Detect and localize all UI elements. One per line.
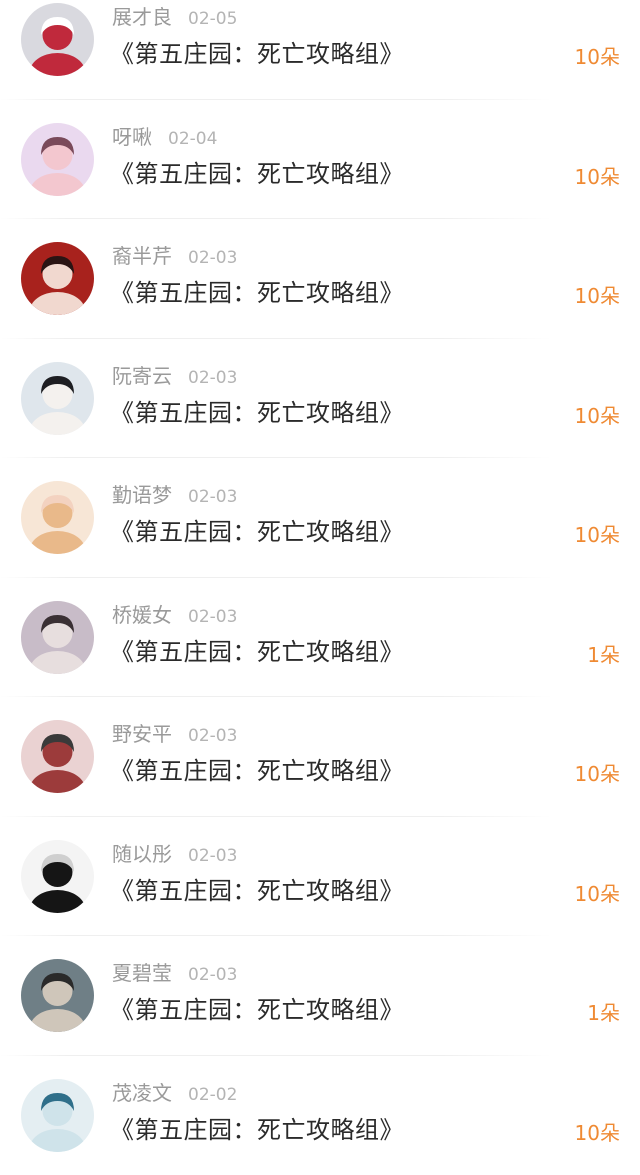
avatar-boy-grey-sweater-icon[interactable] [21, 959, 94, 1032]
work-title: 《第五庄园：死亡攻略组》 [110, 37, 404, 71]
gift-record-list: 展才良 02-05 《第五庄园：死亡攻略组》 10朵 呀啾 02-04 《第五庄园：… [0, 0, 640, 1175]
flower-count: 10朵 [575, 521, 620, 549]
gift-date: 02-04 [168, 129, 217, 149]
list-item[interactable]: 裔半芹 02-03 《第五庄园：死亡攻略组》 10朵 [0, 219, 640, 339]
avatar-girl-muted-purple-icon[interactable] [21, 601, 94, 674]
user-name-text: 勤语梦 [112, 483, 172, 507]
user-name: 茂凌文 02-02 [112, 1079, 237, 1109]
user-name-text: 随以彤 [112, 842, 172, 866]
list-item[interactable]: 阮寄云 02-03 《第五庄园：死亡攻略组》 10朵 [0, 339, 640, 459]
user-name-text: 展才良 [112, 5, 172, 29]
avatar-black-suit-figure-icon[interactable] [21, 840, 94, 913]
avatar-girl-red-background-icon[interactable] [21, 242, 94, 315]
user-name-text: 裔半芹 [112, 244, 172, 268]
user-name: 阮寄云 02-03 [112, 362, 237, 392]
flower-count: 10朵 [575, 1119, 620, 1147]
avatar-anime-girl-golden-icon-graphic [21, 481, 94, 554]
work-title: 《第五庄园：死亡攻略组》 [110, 874, 404, 908]
user-name-text: 茂凌文 [112, 1081, 172, 1105]
list-item[interactable]: 茂凌文 02-02 《第五庄园：死亡攻略组》 10朵 [0, 1056, 640, 1175]
flower-count: 10朵 [575, 282, 620, 310]
list-item[interactable]: 桥媛女 02-03 《第五庄园：死亡攻略组》 1朵 [0, 578, 640, 698]
work-title: 《第五庄园：死亡攻略组》 [110, 157, 404, 191]
list-item[interactable]: 夏碧莹 02-03 《第五庄园：死亡攻略组》 1朵 [0, 936, 640, 1056]
work-title: 《第五庄园：死亡攻略组》 [110, 396, 404, 430]
user-name: 呀啾 02-04 [112, 123, 217, 153]
user-name: 裔半芹 02-03 [112, 242, 237, 272]
work-title: 《第五庄园：死亡攻略组》 [110, 276, 404, 310]
list-item[interactable]: 呀啾 02-04 《第五庄园：死亡攻略组》 10朵 [0, 100, 640, 220]
user-name: 夏碧莹 02-03 [112, 959, 237, 989]
gift-date: 02-03 [188, 607, 237, 627]
work-title: 《第五庄园：死亡攻略组》 [110, 993, 404, 1027]
user-name-text: 野安平 [112, 722, 172, 746]
list-item[interactable]: 勤语梦 02-03 《第五庄园：死亡攻略组》 10朵 [0, 458, 640, 578]
avatar-chibi-glasses-horns-icon-graphic [21, 720, 94, 793]
user-name: 桥媛女 02-03 [112, 601, 237, 631]
avatar-anime-silver-hair-icon-graphic [21, 1079, 94, 1152]
user-name-text: 呀啾 [112, 125, 152, 149]
avatar-pastel-girl-icon[interactable] [21, 123, 94, 196]
user-name: 勤语梦 02-03 [112, 481, 237, 511]
avatar-black-suit-figure-icon-graphic [21, 840, 94, 913]
flower-count: 10朵 [575, 880, 620, 908]
list-item[interactable]: 随以彤 02-03 《第五庄园：死亡攻略组》 10朵 [0, 817, 640, 937]
user-name-text: 夏碧莹 [112, 961, 172, 985]
list-item[interactable]: 展才良 02-05 《第五庄园：死亡攻略组》 10朵 [0, 0, 640, 100]
gift-date: 02-03 [188, 248, 237, 268]
avatar-anime-girl-golden-icon[interactable] [21, 481, 94, 554]
avatar-girl-red-background-icon-graphic [21, 242, 94, 315]
work-title: 《第五庄园：死亡攻略组》 [110, 635, 404, 669]
user-name: 展才良 02-05 [112, 3, 237, 33]
gift-date: 02-03 [188, 487, 237, 507]
user-name-text: 阮寄云 [112, 364, 172, 388]
list-item[interactable]: 野安平 02-03 《第五庄园：死亡攻略组》 10朵 [0, 697, 640, 817]
work-title: 《第五庄园：死亡攻略组》 [110, 1113, 404, 1147]
avatar-red-cake-icon[interactable] [21, 3, 94, 76]
avatar-pastel-girl-icon-graphic [21, 123, 94, 196]
user-name-text: 桥媛女 [112, 603, 172, 627]
avatar-boy-grey-sweater-icon-graphic [21, 959, 94, 1032]
avatar-red-cake-icon-graphic [21, 3, 94, 76]
avatar-girl-white-shirt-icon-graphic [21, 362, 94, 435]
user-name: 野安平 02-03 [112, 720, 237, 750]
flower-count: 10朵 [575, 402, 620, 430]
gift-date: 02-03 [188, 846, 237, 866]
flower-count: 1朵 [587, 999, 620, 1027]
avatar-anime-silver-hair-icon[interactable] [21, 1079, 94, 1152]
work-title: 《第五庄园：死亡攻略组》 [110, 754, 404, 788]
gift-date: 02-03 [188, 726, 237, 746]
work-title: 《第五庄园：死亡攻略组》 [110, 515, 404, 549]
flower-count: 1朵 [587, 641, 620, 669]
gift-date: 02-05 [188, 9, 237, 29]
flower-count: 10朵 [575, 760, 620, 788]
gift-date: 02-03 [188, 368, 237, 388]
flower-count: 10朵 [575, 163, 620, 191]
avatar-girl-white-shirt-icon[interactable] [21, 362, 94, 435]
flower-count: 10朵 [575, 43, 620, 71]
gift-date: 02-02 [188, 1085, 237, 1105]
avatar-chibi-glasses-horns-icon[interactable] [21, 720, 94, 793]
gift-date: 02-03 [188, 965, 237, 985]
avatar-girl-muted-purple-icon-graphic [21, 601, 94, 674]
user-name: 随以彤 02-03 [112, 840, 237, 870]
